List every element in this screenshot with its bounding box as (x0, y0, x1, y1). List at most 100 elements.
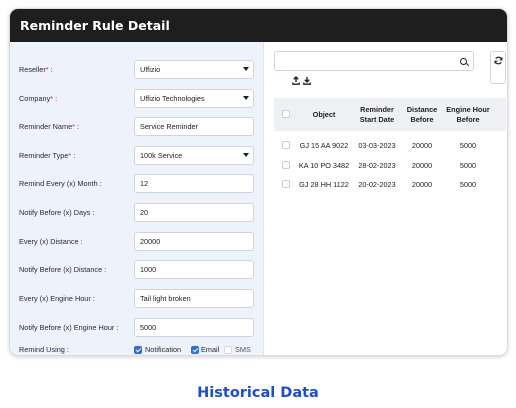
reseller-row: Reseller* : Uffizio (10, 60, 264, 79)
chevron-down-icon (243, 96, 249, 100)
notify-before-distance-value: 1000 (140, 265, 157, 274)
company-select[interactable]: Uffizio Technologies (134, 89, 254, 108)
notify-before-distance-input[interactable]: 1000 (134, 260, 254, 279)
download-icon[interactable] (303, 76, 311, 85)
reminder-name-value: Service Reminder (140, 122, 198, 131)
column-engine-hour-before: Engine Hour Before (446, 105, 490, 124)
notify-before-distance-label-text: Notify Before (x) Distance : (19, 265, 107, 274)
card-title: Reminder Rule Detail (10, 9, 507, 42)
reminder-type-select[interactable]: 100k Service (134, 146, 254, 165)
notify-before-days-row: Notify Before (x) Days : 20 (10, 203, 264, 222)
notify-before-engine-hour-row: Notify Before (x) Engine Hour : 5000 (10, 318, 264, 337)
notify-before-engine-hour-label: Notify Before (x) Engine Hour : (19, 323, 118, 332)
reminder-name-label: Reminder Name* : (19, 122, 79, 131)
reseller-label: Reseller* : (19, 65, 53, 74)
notify-before-engine-hour-label-text: Notify Before (x) Engine Hour : (19, 323, 119, 332)
every-distance-value: 20000 (140, 237, 161, 246)
reseller-select[interactable]: Uffizio (134, 60, 254, 79)
reseller-value: Uffizio (140, 65, 161, 74)
cell-distance: 20000 (411, 140, 433, 150)
remind-using-row: Remind Using : Notification Email SMS (10, 344, 264, 355)
notify-before-engine-hour-input[interactable]: 5000 (134, 318, 254, 337)
notify-before-distance-row: Notify Before (x) Distance : 1000 (10, 260, 264, 279)
row-checkbox[interactable] (282, 161, 290, 169)
reminder-type-value: 100k Service (140, 151, 183, 160)
company-value: Uffizio Technologies (140, 94, 205, 103)
every-distance-input[interactable]: 20000 (134, 232, 254, 251)
table-row[interactable]: GJ 28 HH 1122 20-02-2023 20000 5000 (274, 174, 506, 194)
remind-every-month-label: Remind Every (x) Month : (19, 179, 102, 188)
every-engine-hour-row: Every (x) Engine Hour : Tail light broken (10, 289, 264, 308)
table-row[interactable]: KA 10 PO 3482 28-02-2023 20000 5000 (274, 155, 506, 175)
search-icon[interactable] (460, 58, 467, 65)
select-all-checkbox[interactable] (282, 110, 290, 118)
email-option-label: Email (201, 345, 220, 354)
chevron-down-icon (243, 153, 249, 157)
cell-start: 28-02-2023 (358, 160, 396, 170)
every-engine-hour-label-text: Every (x) Engine Hour : (19, 294, 95, 303)
sms-option-label: SMS (235, 345, 251, 354)
row-checkbox[interactable] (282, 180, 290, 188)
remind-using-label: Remind Using : (19, 345, 69, 354)
notification-option-label: Notification (145, 345, 182, 354)
cell-distance: 20000 (411, 179, 433, 189)
remind-every-month-input[interactable]: 12 (134, 174, 254, 193)
company-label: Company* : (19, 94, 57, 103)
every-distance-label-text: Every (x) Distance : (19, 237, 83, 246)
row-checkbox[interactable] (282, 141, 290, 149)
every-distance-row: Every (x) Distance : 20000 (10, 232, 264, 251)
history-panel: Object Reminder Start Date Distance Befo… (264, 42, 507, 355)
label-colon: : (48, 65, 53, 74)
cell-object: GJ 28 HH 1122 (299, 179, 349, 189)
reminder-type-label: Reminder Type* : (19, 151, 75, 160)
cell-distance: 20000 (411, 160, 433, 170)
label-colon: : (74, 122, 80, 131)
remind-every-month-label-text: Remind Every (x) Month : (19, 179, 102, 188)
notify-before-engine-hour-value: 5000 (140, 323, 157, 332)
notify-before-days-value: 20 (140, 208, 149, 217)
every-engine-hour-value: Tail light broken (140, 294, 191, 303)
company-row: Company* : Uffizio Technologies (10, 89, 264, 108)
reminder-type-label-text: Reminder Type (19, 151, 69, 160)
cell-engine: 5000 (459, 160, 477, 170)
every-distance-label: Every (x) Distance : (19, 237, 83, 246)
label-colon: : (71, 151, 76, 160)
every-engine-hour-label: Every (x) Engine Hour : (19, 294, 95, 303)
company-label-text: Company (19, 94, 51, 103)
column-start-date: Reminder Start Date (359, 105, 395, 124)
notify-before-distance-label: Notify Before (x) Distance : (19, 265, 106, 274)
notify-before-days-label: Notify Before (x) Days : (19, 208, 94, 217)
rule-form: Reseller* : Uffizio Company* : Uffizio Tech… (10, 42, 264, 355)
refresh-button[interactable] (490, 51, 506, 84)
upload-icon[interactable] (292, 76, 300, 85)
table-row[interactable]: GJ 15 AA 9022 03-03-2023 20000 5000 (274, 135, 506, 155)
cell-object: GJ 15 AA 9022 (299, 140, 349, 150)
email-checkbox[interactable] (191, 346, 199, 354)
cell-engine: 5000 (459, 140, 477, 150)
search-input[interactable] (274, 51, 474, 71)
remind-every-month-row: Remind Every (x) Month : 12 (10, 174, 264, 193)
cell-start: 03-03-2023 (358, 140, 396, 150)
cell-start: 20-02-2023 (358, 179, 396, 189)
reminder-rule-card: Reminder Rule Detail Reseller* : Uffizio C… (9, 8, 508, 356)
remind-every-month-value: 12 (140, 179, 149, 188)
notify-before-days-input[interactable]: 20 (134, 203, 254, 222)
cell-engine: 5000 (459, 179, 477, 189)
sms-checkbox[interactable] (224, 346, 232, 354)
label-colon: : (53, 94, 58, 103)
notify-before-days-label-text: Notify Before (x) Days : (19, 208, 95, 217)
column-object: Object (312, 109, 336, 119)
chevron-down-icon (243, 67, 249, 71)
notification-checkbox[interactable] (134, 346, 142, 354)
table-header: Object Reminder Start Date Distance Befo… (274, 98, 506, 131)
refresh-icon (494, 56, 503, 65)
reminder-type-row: Reminder Type* : 100k Service (10, 146, 264, 165)
cell-object: KA 10 PO 3482 (298, 160, 350, 170)
historical-data-caption: Historical Data (197, 385, 319, 401)
reminder-name-row: Reminder Name* : Service Reminder (10, 117, 264, 136)
reseller-label-text: Reseller (19, 65, 46, 74)
every-engine-hour-input[interactable]: Tail light broken (134, 289, 254, 308)
reminder-name-input[interactable]: Service Reminder (134, 117, 254, 136)
column-distance-before: Distance Before (406, 105, 438, 124)
reminder-name-label-text: Reminder Name (19, 122, 73, 131)
